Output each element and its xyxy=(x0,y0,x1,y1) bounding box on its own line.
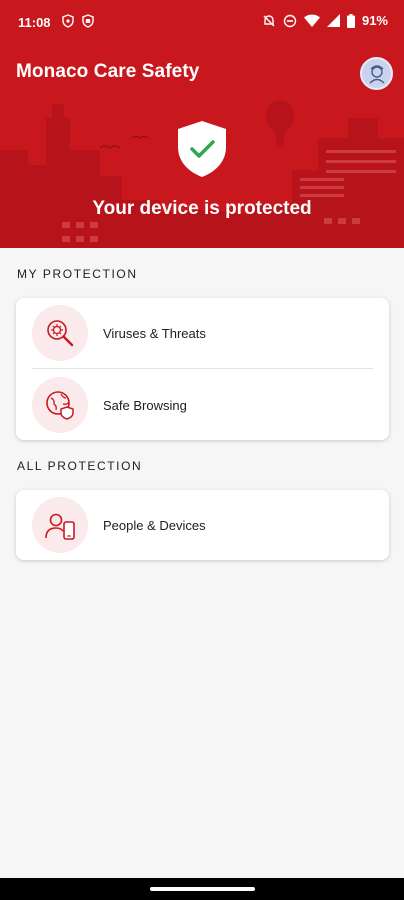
protected-shield-icon xyxy=(178,121,226,177)
mute-icon xyxy=(263,14,275,26)
status-time: 11:08 xyxy=(18,15,51,30)
list-item-label: Viruses & Threats xyxy=(103,325,206,341)
list-item-safe-browsing[interactable]: Safe Browsing xyxy=(16,370,389,440)
signal-icon xyxy=(326,14,340,27)
device-status-text: Your device is protected xyxy=(92,198,312,219)
do-not-disturb-icon xyxy=(283,14,297,27)
all-protection-card: People & Devices xyxy=(16,490,389,560)
system-navigation-bar xyxy=(0,878,404,900)
wifi-icon xyxy=(303,14,320,27)
status-bar: 11:08 91% xyxy=(0,0,404,44)
person-phone-icon xyxy=(32,497,88,553)
battery-percentage: 91% xyxy=(361,13,388,28)
divider xyxy=(32,368,373,369)
battery-icon xyxy=(346,13,355,28)
globe-shield-icon xyxy=(32,377,88,433)
section-title-my-protection: MY PROTECTION xyxy=(17,267,138,281)
avatar-icon xyxy=(369,64,384,84)
section-title-all-protection: ALL PROTECTION xyxy=(17,459,143,473)
my-protection-card: Viruses & Threats Safe Browsing xyxy=(16,298,389,440)
list-item-label: People & Devices xyxy=(103,517,206,533)
virus-magnifier-icon xyxy=(32,305,88,361)
shield-badge-icon xyxy=(82,14,94,28)
shield-notification-icon xyxy=(62,14,74,28)
app-title: Monaco Care Safety xyxy=(16,61,200,82)
list-item-label: Safe Browsing xyxy=(103,397,187,413)
list-item-viruses-threats[interactable]: Viruses & Threats xyxy=(16,298,389,368)
list-item-people-devices[interactable]: People & Devices xyxy=(16,490,389,560)
header-hero: 11:08 91% Monaco Care Safety Your device… xyxy=(0,0,404,248)
profile-button[interactable] xyxy=(360,57,393,90)
home-gesture-handle[interactable] xyxy=(150,887,255,891)
